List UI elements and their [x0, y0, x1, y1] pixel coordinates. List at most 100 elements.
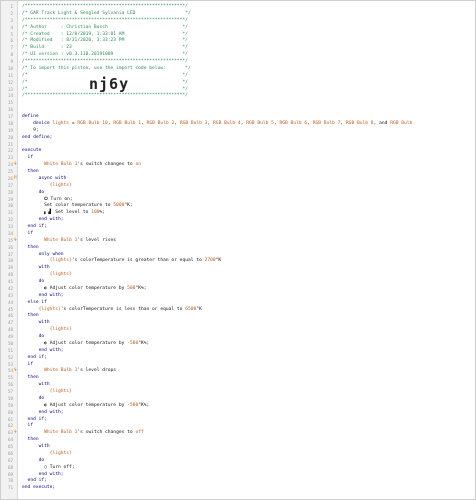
- code-line: 50 ◐ Adjust color temperature by -500°K%…: [1, 341, 475, 348]
- code-line: 16: [1, 107, 475, 114]
- keyword-token: with: [38, 444, 50, 449]
- line-number: 67: [7, 457, 13, 463]
- code-line: 55 then: [1, 375, 475, 382]
- line-text: {lights}'s colorTemperature is less than…: [22, 307, 202, 314]
- code-token: °K;: [124, 203, 133, 209]
- line-number: 61: [7, 416, 13, 422]
- keyword-token: then: [27, 375, 39, 381]
- code-token: °K: [196, 306, 202, 312]
- code-line: 15: [1, 100, 475, 107]
- code-token: 9;: [22, 127, 39, 133]
- line-number: 60: [7, 409, 13, 415]
- line-text: White Bulb 1's level rises: [22, 238, 116, 245]
- line-text: {lights}'s colorTemperature is greater t…: [22, 258, 222, 265]
- comment-token: /* Author : Christian Busch */: [22, 24, 188, 30]
- code-token: Turn on;: [47, 196, 73, 202]
- device-token: {lights}: [49, 272, 72, 278]
- line-text: then: [22, 437, 39, 444]
- code-line: 47 with: [1, 320, 475, 327]
- line-number: 49: [7, 334, 13, 339]
- line-number: 27: [7, 182, 13, 188]
- device-token: RGB Bulb 3: [179, 120, 208, 126]
- keyword-token: only when: [38, 251, 64, 257]
- line-number: 18: [7, 120, 13, 126]
- keyword-token: end execute;: [22, 485, 56, 491]
- keyword-token: define: [22, 114, 39, 119]
- code-line: 8 /* UI version : v0.3.110.20191009 */: [1, 52, 475, 59]
- keyword-token: then: [27, 313, 39, 319]
- code-line: 2 /* GAR Track Light & Sengled Sylvania L…: [1, 11, 475, 18]
- line-text: end define;: [22, 135, 52, 142]
- line-number: 42: [7, 285, 13, 291]
- code-line: 22 execute: [1, 148, 475, 155]
- code-line: 63 ϟ White Bulb 1's switch changes to off: [1, 430, 475, 437]
- keyword-token: do: [38, 189, 45, 195]
- code-line: 65 with: [1, 444, 475, 451]
- line-number: 30: [7, 203, 13, 209]
- line-number: 46: [7, 313, 13, 319]
- line-number: 54: [7, 368, 13, 374]
- keyword-token: with: [38, 382, 50, 388]
- line-number: 1: [10, 4, 13, 9]
- keyword-token: execute: [22, 148, 42, 154]
- code-line: 54 ϟ White Bulb 1's level drops: [1, 368, 475, 375]
- code-line: 19 9;: [1, 128, 475, 135]
- line-text: end with;: [22, 348, 64, 355]
- device-token: {lights}: [38, 306, 61, 312]
- code-line: 9 /**************************************…: [1, 59, 475, 66]
- code-token: , and: [373, 120, 391, 126]
- line-text: async with: [22, 176, 67, 183]
- line-text: {lights}: [22, 451, 72, 458]
- line-text: ◐ Adjust color temperature by 500°K%;: [22, 286, 146, 293]
- keyword-token: if: [27, 230, 34, 236]
- line-number: 24: [7, 162, 13, 168]
- keyword-token: end if;: [27, 416, 47, 422]
- line-number: 6: [10, 38, 13, 44]
- line-text: then: [22, 169, 39, 176]
- code-line: 34 if: [1, 231, 475, 238]
- code-token: °K%;: [138, 402, 150, 408]
- device-token: RGB Bulb 4: [213, 120, 241, 126]
- code-line: 10 /* To import this piston, use the impo…: [1, 66, 475, 73]
- line-text: White Bulb 1's switch changes to off: [22, 430, 144, 437]
- line-text: /* Author : Christian Busch */: [22, 25, 188, 32]
- line-text: device lights = RGB Bulb 10, RGB Bulb 1,…: [22, 121, 412, 128]
- line-number: 69: [7, 471, 13, 477]
- keyword-token: if: [27, 423, 34, 429]
- keyword-token: do: [38, 395, 45, 401]
- line-number: 2: [10, 10, 13, 16]
- line-number: 8: [10, 52, 13, 58]
- line-number: 43: [7, 292, 13, 298]
- line-text: /* GAR Track Light & Sengled Sylvania LE…: [22, 11, 191, 18]
- code-line: 57 {lights}: [1, 389, 475, 396]
- line-number: 3: [10, 17, 13, 23]
- keyword-token: with: [38, 265, 50, 271]
- code-line: 28 do: [1, 190, 475, 197]
- line-text: end with;: [22, 293, 64, 300]
- line-number: 29: [7, 196, 13, 202]
- line-number: 33: [7, 224, 13, 229]
- device-token: RGB Bulb 7: [312, 120, 341, 126]
- keyword-token: end with;: [38, 471, 64, 477]
- code-token: Adjust color temperature by: [46, 402, 128, 408]
- code-line: 70 end if;: [1, 478, 475, 485]
- trigger-icon: ϟ: [14, 237, 17, 243]
- line-number: 57: [7, 389, 13, 394]
- code-token: %;: [99, 210, 106, 216]
- code-line: 38 {lights}'s colorTemperature is greate…: [1, 258, 475, 265]
- line-text: end if;: [22, 224, 47, 231]
- device-token: RGB Bulb 1: [113, 120, 142, 126]
- keyword-token: if: [27, 361, 34, 367]
- code-token: Turn off;: [46, 464, 75, 470]
- code-token: 's level drops: [77, 368, 117, 374]
